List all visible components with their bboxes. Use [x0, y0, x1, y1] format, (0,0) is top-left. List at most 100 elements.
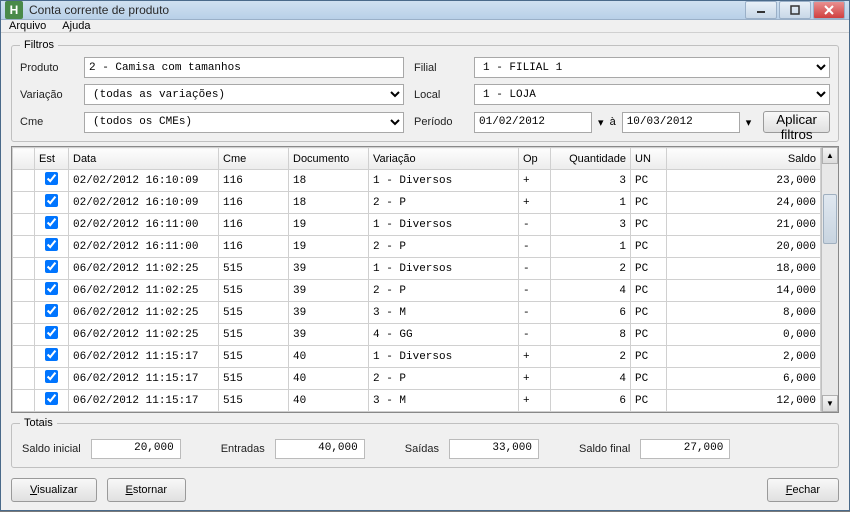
fechar-button[interactable]: Fechar	[767, 478, 839, 502]
cell-variacao: 2 - P	[369, 236, 519, 258]
cell-cme: 515	[219, 258, 289, 280]
est-checkbox[interactable]	[45, 282, 58, 295]
cell-data: 06/02/2012 11:15:17	[69, 346, 219, 368]
saldo-inicial-value: 20,000	[91, 439, 181, 459]
close-button[interactable]	[813, 1, 845, 19]
vertical-scrollbar[interactable]: ▲ ▼	[821, 147, 838, 412]
saidas-label: Saídas	[405, 443, 439, 455]
local-select[interactable]: 1 - LOJA	[474, 84, 830, 105]
cell-quantidade: 1	[551, 236, 631, 258]
cell-data: 06/02/2012 11:02:25	[69, 302, 219, 324]
est-checkbox[interactable]	[45, 260, 58, 273]
saidas-value: 33,000	[449, 439, 539, 459]
cell-documento: 39	[289, 280, 369, 302]
visualizar-button[interactable]: Visualizar	[11, 478, 97, 502]
cell-un: PC	[631, 390, 667, 412]
cell-op: +	[519, 390, 551, 412]
window-title: Conta corrente de produto	[29, 3, 745, 17]
table-row[interactable]: 02/02/2012 16:10:09116182 - P+1PC24,000	[13, 192, 821, 214]
produto-label: Produto	[20, 62, 74, 74]
periodo-to-input[interactable]	[622, 112, 740, 133]
cell-saldo: 8,000	[667, 302, 821, 324]
titlebar[interactable]: H Conta corrente de produto	[1, 1, 849, 20]
filial-select[interactable]: 1 - FILIAL 1	[474, 57, 830, 78]
cell-variacao: 4 - GG	[369, 324, 519, 346]
cell-op: -	[519, 280, 551, 302]
cell-cme: 116	[219, 236, 289, 258]
periodo-from-input[interactable]	[474, 112, 592, 133]
cell-cme: 515	[219, 302, 289, 324]
cell-cme: 515	[219, 368, 289, 390]
cell-cme: 116	[219, 192, 289, 214]
cell-variacao: 3 - M	[369, 302, 519, 324]
cell-variacao: 2 - P	[369, 368, 519, 390]
table-row[interactable]: 06/02/2012 11:02:25515394 - GG-8PC0,000	[13, 324, 821, 346]
scroll-up-icon[interactable]: ▲	[822, 147, 838, 164]
col-est[interactable]: Est	[35, 148, 69, 170]
cell-saldo: 14,000	[667, 280, 821, 302]
est-checkbox[interactable]	[45, 370, 58, 383]
variacao-select[interactable]: (todas as variações)	[84, 84, 404, 105]
est-checkbox[interactable]	[45, 238, 58, 251]
produto-input[interactable]	[84, 57, 404, 78]
cell-saldo: 12,000	[667, 390, 821, 412]
estornar-button[interactable]: Estornar	[107, 478, 187, 502]
cell-op: -	[519, 324, 551, 346]
cell-op: -	[519, 214, 551, 236]
est-checkbox[interactable]	[45, 172, 58, 185]
chevron-down-icon[interactable]: ▾	[598, 116, 604, 129]
saldo-final-label: Saldo final	[579, 443, 630, 455]
table-row[interactable]: 02/02/2012 16:10:09116181 - Diversos+3PC…	[13, 170, 821, 192]
cell-documento: 39	[289, 302, 369, 324]
col-un[interactable]: UN	[631, 148, 667, 170]
cell-saldo: 2,000	[667, 346, 821, 368]
cell-data: 02/02/2012 16:10:09	[69, 170, 219, 192]
totals-legend: Totais	[20, 417, 57, 429]
table-row[interactable]: 06/02/2012 11:02:25515391 - Diversos-2PC…	[13, 258, 821, 280]
table-row[interactable]: 06/02/2012 11:15:17515402 - P+4PC6,000	[13, 368, 821, 390]
col-op[interactable]: Op	[519, 148, 551, 170]
saldo-final-value: 27,000	[640, 439, 730, 459]
saldo-inicial-label: Saldo inicial	[22, 443, 81, 455]
col-cme[interactable]: Cme	[219, 148, 289, 170]
est-checkbox[interactable]	[45, 326, 58, 339]
col-documento[interactable]: Documento	[289, 148, 369, 170]
cell-documento: 18	[289, 170, 369, 192]
cell-quantidade: 3	[551, 170, 631, 192]
maximize-button[interactable]	[779, 1, 811, 19]
cell-op: +	[519, 346, 551, 368]
est-checkbox[interactable]	[45, 348, 58, 361]
cell-cme: 116	[219, 170, 289, 192]
est-checkbox[interactable]	[45, 216, 58, 229]
cell-quantidade: 1	[551, 192, 631, 214]
table-row[interactable]: 06/02/2012 11:02:25515393 - M-6PC8,000	[13, 302, 821, 324]
col-saldo[interactable]: Saldo	[667, 148, 821, 170]
table-row[interactable]: 02/02/2012 16:11:00116191 - Diversos-3PC…	[13, 214, 821, 236]
cell-documento: 39	[289, 324, 369, 346]
aplicar-filtros-button[interactable]: Aplicar filtros	[763, 111, 830, 133]
minimize-button[interactable]	[745, 1, 777, 19]
scroll-down-icon[interactable]: ▼	[822, 395, 838, 412]
scrollbar-thumb[interactable]	[823, 194, 837, 244]
chevron-down-icon[interactable]: ▾	[746, 116, 752, 129]
cell-un: PC	[631, 302, 667, 324]
cell-op: +	[519, 192, 551, 214]
cme-select[interactable]: (todos os CMEs)	[84, 112, 404, 133]
menu-arquivo[interactable]: Arquivo	[9, 20, 46, 32]
col-variacao[interactable]: Variação	[369, 148, 519, 170]
table-row[interactable]: 02/02/2012 16:11:00116192 - P-1PC20,000	[13, 236, 821, 258]
col-data[interactable]: Data	[69, 148, 219, 170]
cell-data: 02/02/2012 16:10:09	[69, 192, 219, 214]
table-row[interactable]: 06/02/2012 11:15:17515401 - Diversos+2PC…	[13, 346, 821, 368]
cell-variacao: 1 - Diversos	[369, 214, 519, 236]
cell-documento: 40	[289, 390, 369, 412]
est-checkbox[interactable]	[45, 194, 58, 207]
table-row[interactable]: 06/02/2012 11:15:17515403 - M+6PC12,000	[13, 390, 821, 412]
menubar: Arquivo Ajuda	[1, 20, 849, 33]
table-row[interactable]: 06/02/2012 11:02:25515392 - P-4PC14,000	[13, 280, 821, 302]
est-checkbox[interactable]	[45, 392, 58, 405]
cell-quantidade: 3	[551, 214, 631, 236]
col-quantidade[interactable]: Quantidade	[551, 148, 631, 170]
est-checkbox[interactable]	[45, 304, 58, 317]
menu-ajuda[interactable]: Ajuda	[62, 20, 90, 32]
